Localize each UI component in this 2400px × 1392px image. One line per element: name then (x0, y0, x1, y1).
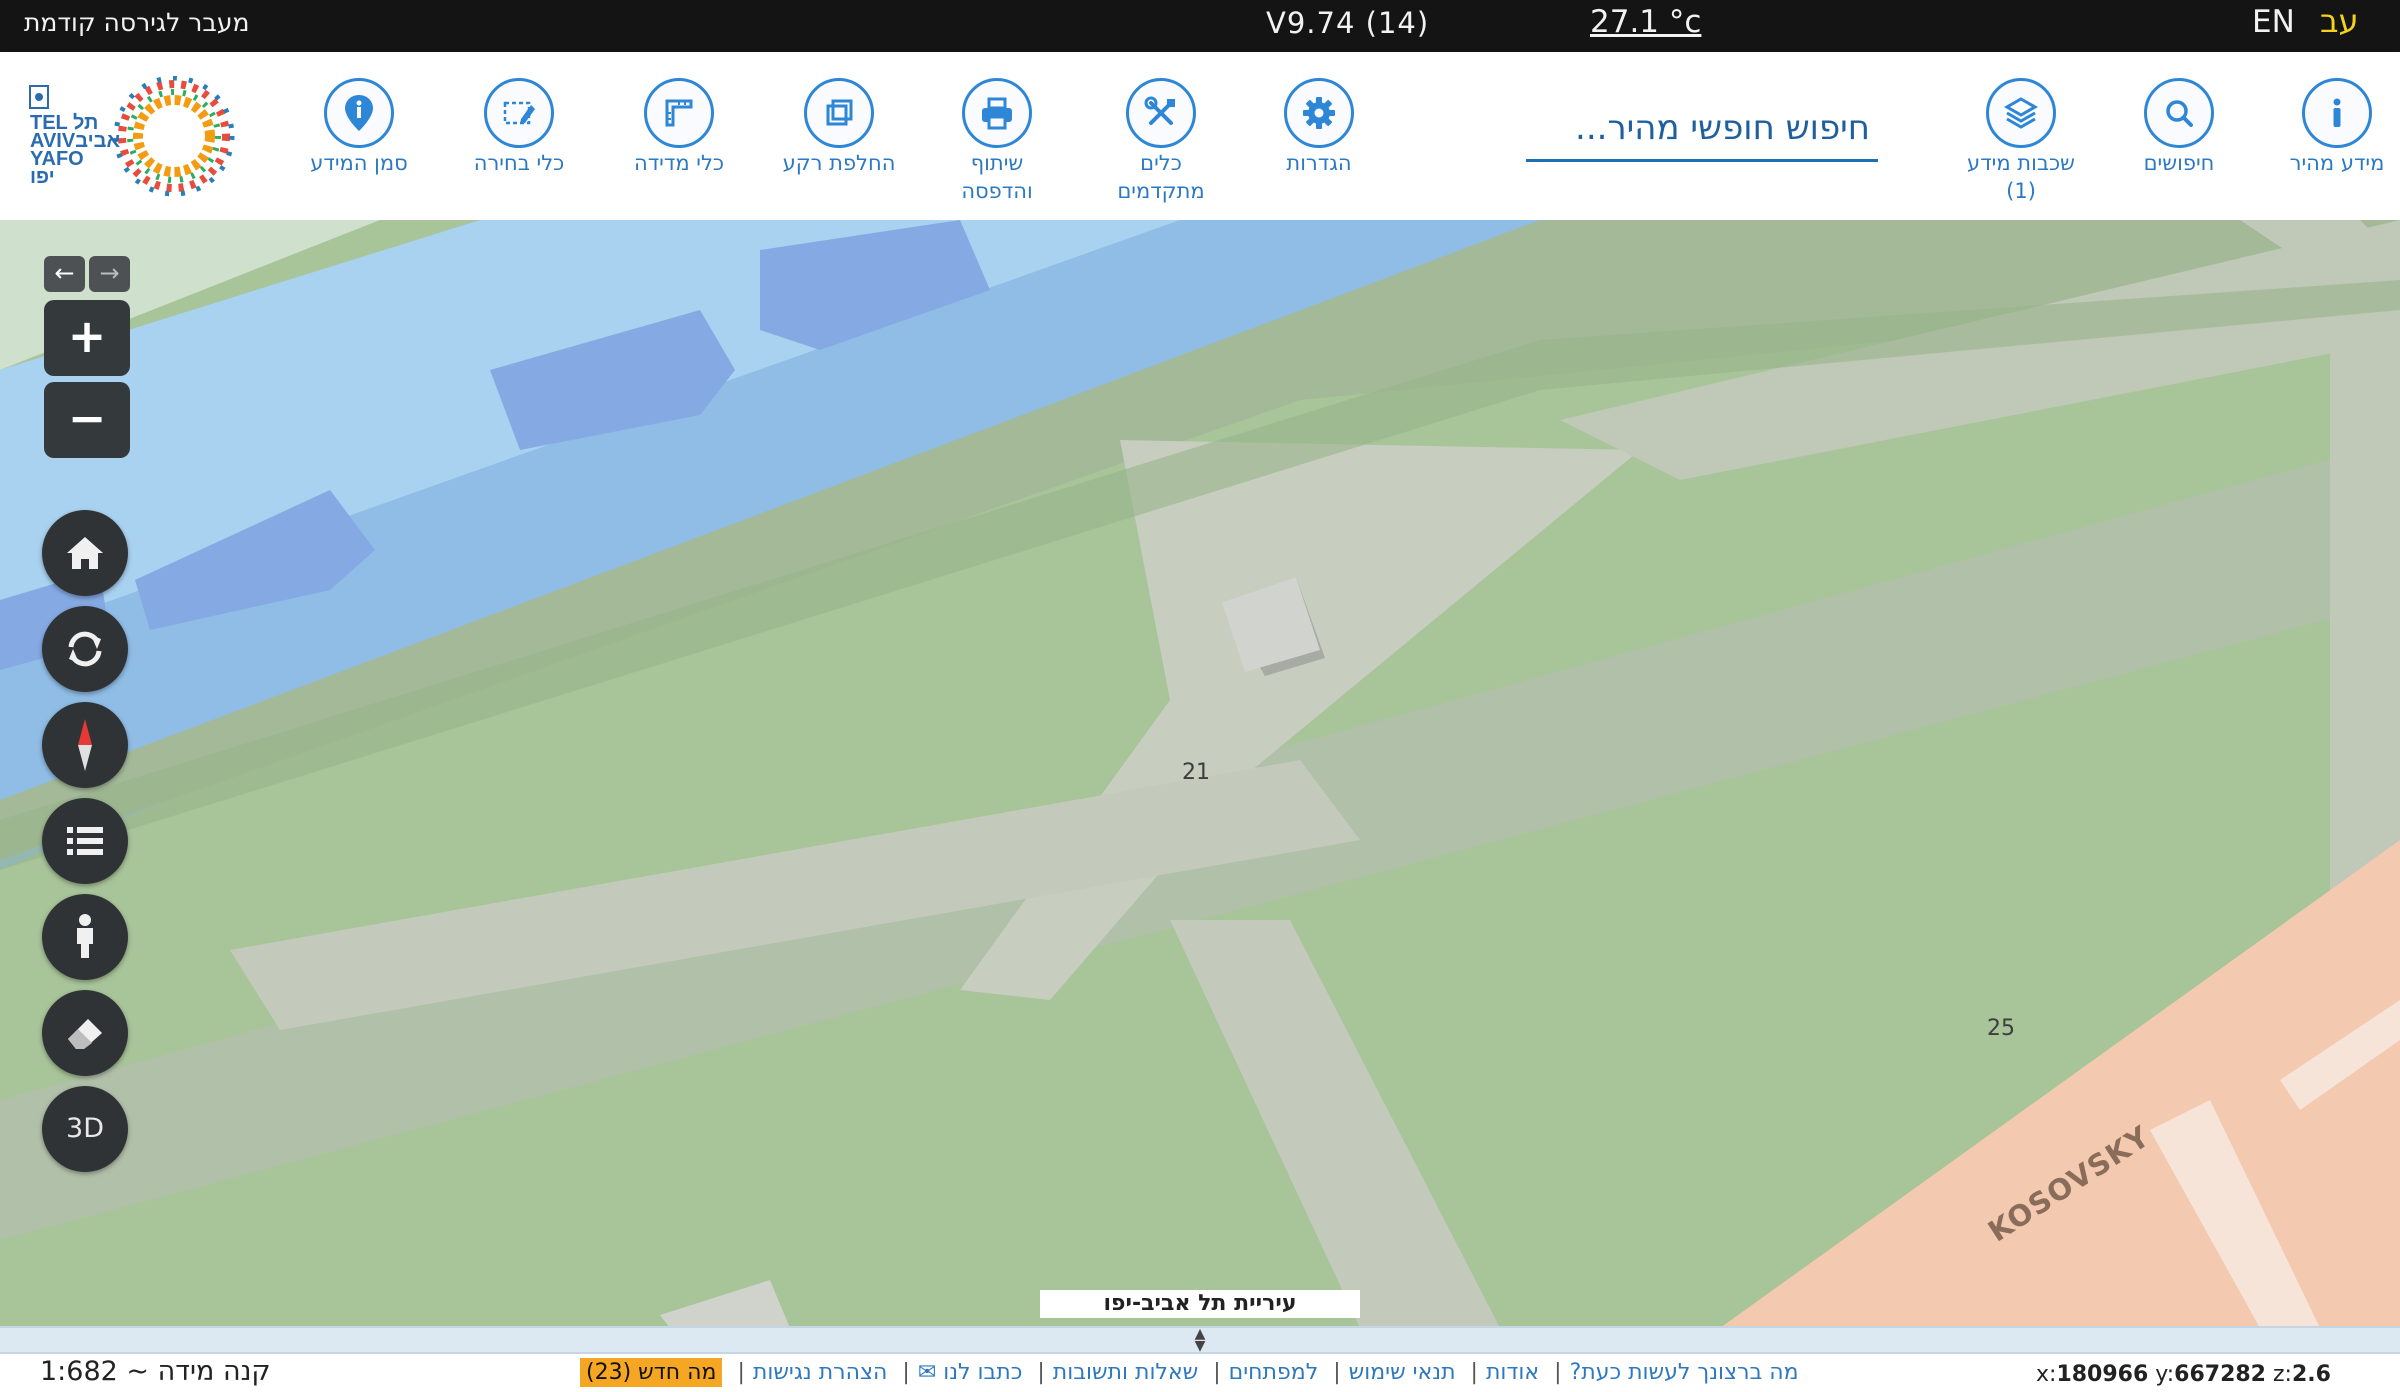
footer-link-terms[interactable]: תנאי שימוש (1349, 1360, 1456, 1385)
expand-collapse-icon[interactable]: ▲ ▼ (1190, 1327, 1210, 1353)
select-tools-button[interactable]: כלי בחירה (444, 78, 594, 176)
settings-label: הגדרות (1286, 151, 1352, 175)
layers-icon (1986, 78, 2056, 148)
layers-count: (1) (2006, 179, 2036, 203)
footer-link-todo[interactable]: מה ברצונך לעשות כעת? (1570, 1360, 1799, 1385)
share-print-sub: והדפסה (961, 179, 1033, 203)
status-footer: 1:682 ~ קנה מידה מה ברצונך לעשות כעת?| א… (0, 1354, 2400, 1392)
person-icon (77, 914, 93, 958)
footer-link-developers[interactable]: למפתחים (1229, 1360, 1319, 1385)
tools-icon (1126, 78, 1196, 148)
footer-link-accessibility[interactable]: הצהרת נגישות (753, 1360, 888, 1385)
city-emblem-icon (29, 85, 49, 109)
info-marker-label: סמן המידע (310, 151, 408, 175)
search-icon (2144, 78, 2214, 148)
parcel-number-21: 21 (1182, 760, 1210, 785)
switch-background-label: החלפת רקע (782, 151, 896, 175)
quick-info-label: מידע מהיר (2289, 151, 2385, 175)
temperature-link[interactable]: 27.1 °c (1590, 4, 1701, 40)
share-print-label: שיתוף (970, 151, 1024, 175)
clear-button[interactable] (42, 990, 128, 1076)
eraser-icon (68, 1019, 102, 1049)
searches-button[interactable]: חיפושים (2104, 78, 2254, 176)
coordinates-readout: x:180966 y:667282 z:2.6 (2036, 1362, 2331, 1387)
advanced-tools-label: כלים (1140, 151, 1182, 175)
parcel-number-25: 25 (1987, 1016, 2015, 1041)
x-value: 180966 (2056, 1362, 2149, 1387)
bottom-panel-handle[interactable]: ▲ ▼ (0, 1326, 2400, 1354)
map-attribution: עיריית תל אביב-יפו (1040, 1290, 1360, 1318)
advanced-tools-button[interactable]: כלים מתקדמים (1086, 78, 1236, 204)
language-he-button[interactable]: עב (2320, 2, 2359, 40)
printer-icon (962, 78, 1032, 148)
3d-mode-label: 3D (66, 1113, 104, 1144)
quick-search (1526, 100, 1878, 162)
quick-search-input[interactable] (1526, 100, 1878, 156)
z-label: z: (2273, 1362, 2292, 1387)
share-print-button[interactable]: שיתוף והדפסה (922, 78, 1072, 204)
measure-tools-button[interactable]: כלי מדידה (604, 78, 754, 176)
zoom-out-button[interactable]: − (44, 382, 130, 458)
map-canvas[interactable]: 21 25 KOSOVSKY (0, 220, 2400, 1328)
background-switch-icon (804, 78, 874, 148)
quick-info-button[interactable]: מידע מהיר (2262, 78, 2400, 176)
forward-arrow-icon[interactable]: → (89, 256, 130, 292)
z-value: 2.6 (2291, 1362, 2331, 1387)
switch-background-button[interactable]: החלפת רקע (764, 78, 914, 176)
info-icon (2302, 78, 2372, 148)
select-tools-label: כלי בחירה (473, 151, 565, 175)
footer-link-contact[interactable]: כתבו לנו ✉ (918, 1360, 1023, 1385)
select-icon (484, 78, 554, 148)
footer-link-faq[interactable]: שאלות ותשובות (1053, 1360, 1198, 1385)
3d-mode-button[interactable]: 3D (42, 1086, 128, 1172)
whats-new-badge[interactable]: מה חדש (23) (580, 1358, 723, 1387)
y-label: y: (2155, 1362, 2175, 1387)
refresh-button[interactable] (42, 606, 128, 692)
gear-icon (1284, 78, 1354, 148)
compass-icon (78, 719, 92, 771)
history-nav: ← → (44, 256, 130, 292)
tel-aviv-yafo-logo: TEL תל AVIVאביב YAFO יפו (22, 75, 252, 204)
footer-links: מה ברצונך לעשות כעת?| אודות| תנאי שימוש|… (580, 1358, 1799, 1387)
footer-link-about[interactable]: אודות (1486, 1360, 1539, 1385)
info-marker-button[interactable]: סמן המידע (284, 78, 434, 176)
map-app: מעבר לגירסה קודמת V9.74 (14) 27.1 °c EN … (0, 0, 2400, 1392)
main-toolbar: מידע מהיר חיפושים שכבות מידע (1) הגדרות (0, 52, 2400, 220)
street-view-button[interactable] (42, 894, 128, 980)
settings-button[interactable]: הגדרות (1244, 78, 1394, 176)
list-icon (67, 827, 103, 855)
measure-tools-label: כלי מדידה (633, 151, 725, 175)
layers-button[interactable]: שכבות מידע (1) (1946, 78, 2096, 204)
compass-button[interactable] (42, 702, 128, 788)
top-bar: מעבר לגירסה קודמת V9.74 (14) 27.1 °c EN … (0, 0, 2400, 52)
ruler-icon (644, 78, 714, 148)
language-en-button[interactable]: EN (2252, 4, 2295, 40)
home-icon (67, 537, 103, 569)
searches-label: חיפושים (2143, 151, 2215, 175)
x-label: x: (2036, 1362, 2057, 1387)
advanced-tools-sub: מתקדמים (1117, 179, 1205, 203)
y-value: 667282 (2174, 1362, 2266, 1387)
back-arrow-icon[interactable]: ← (44, 256, 85, 292)
scale-readout: 1:682 ~ קנה מידה (40, 1356, 271, 1387)
version-label: V9.74 (14) (1266, 6, 1430, 40)
zoom-in-button[interactable]: + (44, 300, 130, 376)
layers-label: שכבות מידע (1967, 151, 2075, 175)
info-marker-icon (324, 78, 394, 148)
legend-list-button[interactable] (42, 798, 128, 884)
refresh-icon (68, 631, 102, 667)
logo-text-yafo-he: יפו (30, 166, 55, 188)
home-button[interactable] (42, 510, 128, 596)
previous-version-link[interactable]: מעבר לגירסה קודמת (24, 8, 249, 37)
